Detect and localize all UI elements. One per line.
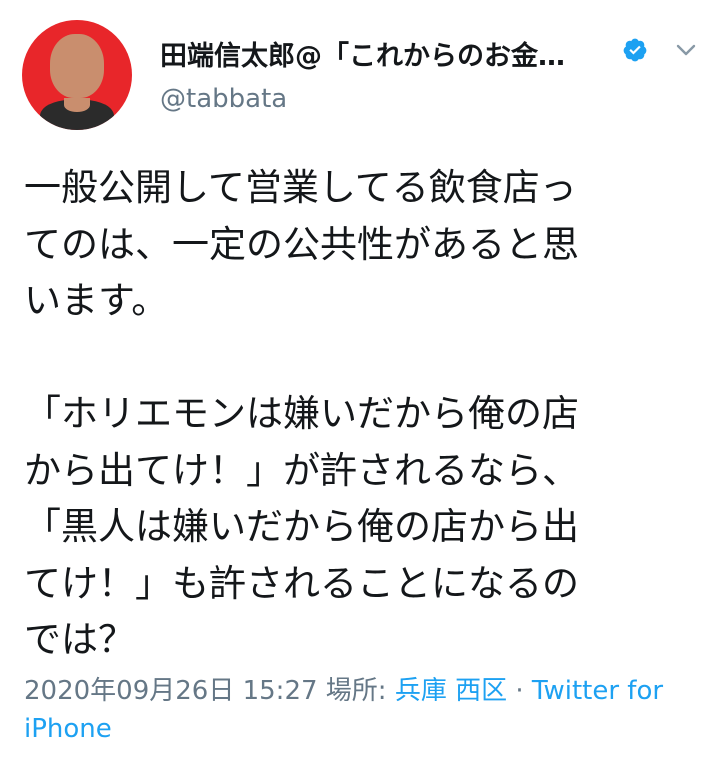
tweet-text: 一般公開して営業してる飲食店っ てのは、一定の公共性があると思 います。 「ホリ… [24, 166, 579, 661]
tweet-card: 田端信太郎@「これからのお金… @tabbata 一般公開して営業してる飲食店っ… [0, 0, 720, 766]
meta-separator: · [515, 676, 524, 706]
chevron-down-icon[interactable] [674, 38, 698, 62]
avatar-face [50, 34, 104, 98]
user-handle[interactable]: @tabbata [160, 84, 287, 114]
place-link[interactable]: 兵庫 西区 [395, 676, 507, 706]
avatar-collar [64, 98, 90, 112]
display-name[interactable]: 田端信太郎@「これからのお金… [160, 34, 565, 73]
verified-badge-icon [623, 38, 647, 62]
tweet-meta: 2020年09月26日 15:27 場所: 兵庫 西区 · Twitter fo… [24, 672, 704, 748]
tweet-datetime[interactable]: 2020年09月26日 15:27 [24, 676, 318, 706]
avatar[interactable] [22, 20, 132, 130]
place-label: 場所: [325, 676, 387, 706]
